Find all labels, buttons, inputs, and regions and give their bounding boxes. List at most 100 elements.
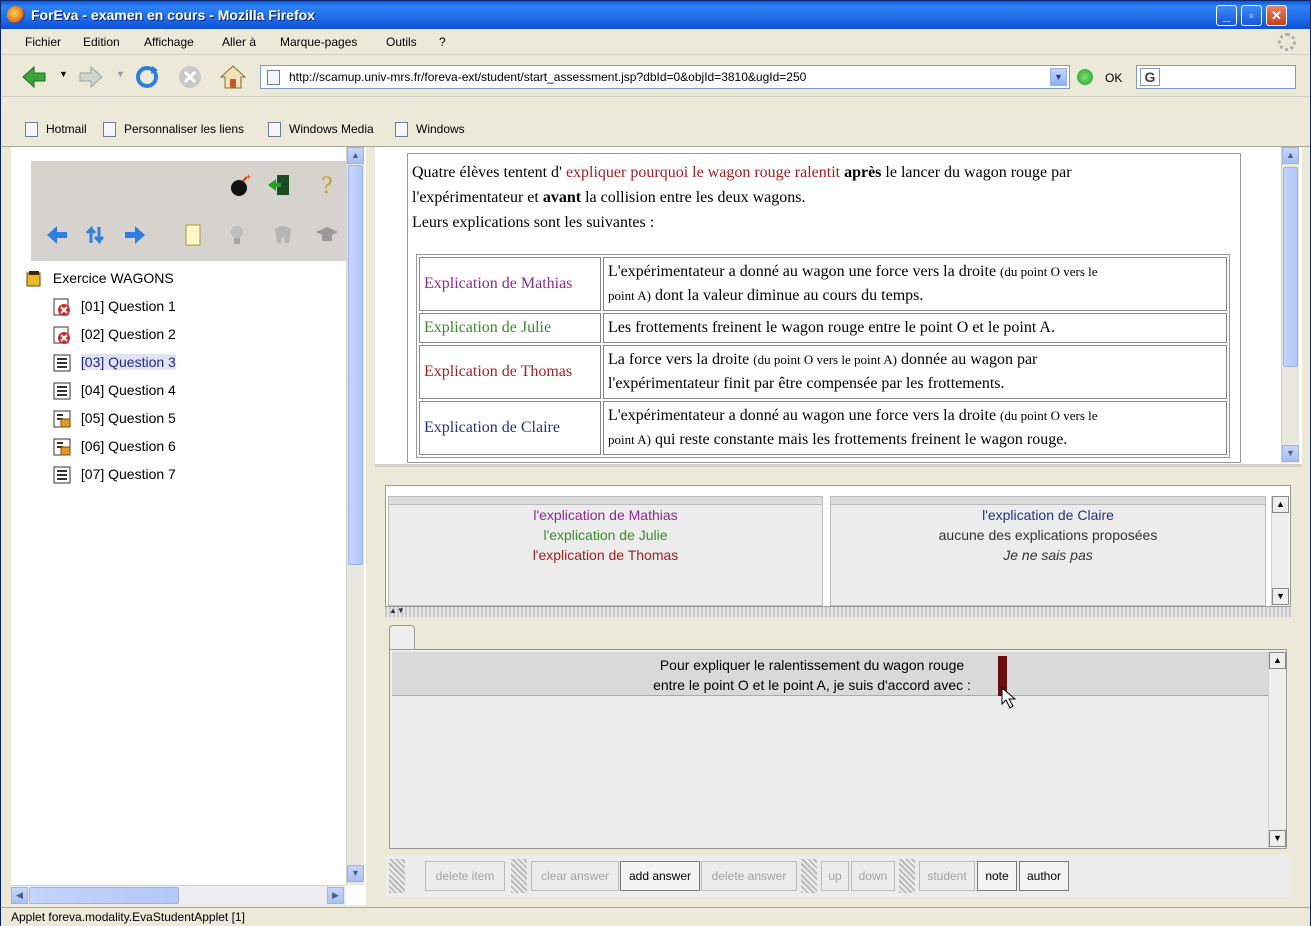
- forward-dropdown-icon[interactable]: ▼: [116, 69, 125, 79]
- up-button[interactable]: up: [821, 861, 849, 891]
- scroll-left-icon[interactable]: ◀: [11, 887, 28, 904]
- navigator-vertical-scrollbar[interactable]: ▲ ▼: [346, 147, 364, 885]
- tree-item-question-2[interactable]: [02] Question 2: [53, 323, 176, 345]
- student-button[interactable]: student: [919, 861, 975, 891]
- tree-item-question-3[interactable]: [03] Question 3: [53, 351, 176, 373]
- exit-icon[interactable]: [267, 173, 291, 197]
- navigator-horizontal-scrollbar[interactable]: ◀ ▶: [11, 885, 346, 905]
- tree-root[interactable]: Exercice WAGONS: [25, 267, 174, 289]
- help-icon[interactable]: ?: [315, 173, 339, 197]
- menu-fichier[interactable]: Fichier: [25, 35, 61, 49]
- answer-choices-area: l'explication de Mathias l'explication d…: [385, 485, 1291, 607]
- question-text: Quatre élèves tentent d' expliquer pourq…: [407, 153, 1241, 463]
- menu-outils[interactable]: Outils: [386, 35, 417, 49]
- toolbar-grip: [801, 859, 817, 893]
- answer-drop-zone[interactable]: Pour expliquer le ralentissement du wago…: [389, 649, 1287, 849]
- question-content-panel: Quatre élèves tentent d' expliquer pourq…: [375, 147, 1302, 467]
- home-icon[interactable]: [220, 64, 246, 90]
- back-to-tree-icon[interactable]: [83, 223, 107, 247]
- horizontal-scroll-thumb[interactable]: [29, 887, 179, 904]
- question-intro: Quatre élèves tentent d' expliquer pourq…: [412, 164, 1072, 231]
- scroll-up-icon[interactable]: ▲: [1272, 496, 1289, 513]
- close-button[interactable]: ✕: [1266, 5, 1287, 26]
- activity-throbber-icon: [1278, 33, 1296, 51]
- list-icon: [53, 382, 71, 400]
- scroll-right-icon[interactable]: ▶: [327, 887, 344, 904]
- note-button[interactable]: note: [977, 861, 1017, 891]
- scroll-down-icon[interactable]: ▼: [1269, 830, 1286, 847]
- split-arrows-icon[interactable]: ▲▼: [389, 606, 405, 615]
- tree-item-question-5[interactable]: [05] Question 5: [53, 407, 176, 429]
- clear-answer-button[interactable]: clear answer: [531, 861, 619, 891]
- bookmark-windows-media[interactable]: Windows Media: [268, 122, 374, 138]
- tree-item-question-7[interactable]: [07] Question 7: [53, 463, 176, 485]
- answer-column-right: l'explication de Claire aucune des expli…: [830, 496, 1266, 606]
- content-vertical-scrollbar[interactable]: ▲ ▼: [1281, 147, 1299, 463]
- answer-statement: Pour expliquer le ralentissement du wago…: [392, 652, 1268, 709]
- down-button[interactable]: down: [851, 861, 895, 891]
- scroll-down-icon[interactable]: ▼: [1272, 588, 1289, 605]
- tree-item-question-4[interactable]: [04] Question 4: [53, 379, 176, 401]
- document-icon[interactable]: [181, 223, 205, 247]
- go-icon[interactable]: [1077, 69, 1093, 85]
- delete-answer-button[interactable]: delete answer: [701, 861, 797, 891]
- minimize-button[interactable]: _: [1216, 5, 1237, 26]
- url-text: http://scamup.univ-mrs.fr/foreva-ext/stu…: [289, 70, 807, 84]
- url-bar[interactable]: http://scamup.univ-mrs.fr/foreva-ext/stu…: [260, 65, 1070, 89]
- scroll-down-icon[interactable]: ▼: [1282, 445, 1299, 462]
- scroll-thumb[interactable]: [1283, 167, 1298, 367]
- bookmarks-toolbar: Hotmail Personnaliser les liens Windows …: [1, 97, 1310, 147]
- scroll-up-icon[interactable]: ▲: [1282, 147, 1299, 164]
- search-box[interactable]: G: [1136, 65, 1296, 89]
- google-search-icon: G: [1140, 68, 1160, 86]
- bookmark-windows[interactable]: Windows: [395, 122, 465, 138]
- scroll-up-icon[interactable]: ▲: [347, 147, 364, 164]
- delete-item-button[interactable]: delete item: [425, 861, 505, 891]
- back-icon[interactable]: [21, 64, 47, 90]
- hint-lightbulb-icon: [231, 226, 243, 244]
- menu-help[interactable]: ?: [439, 35, 446, 49]
- add-answer-button[interactable]: add answer: [620, 861, 700, 891]
- answer-tab[interactable]: [389, 625, 415, 649]
- stop-icon[interactable]: [177, 64, 203, 90]
- answer-option[interactable]: Je ne sais pas: [831, 545, 1265, 565]
- question-navigator: + ? Exercice WAGONS [01] Question 1 [02]: [11, 147, 366, 905]
- tree-item-question-6[interactable]: [06] Question 6: [53, 435, 176, 457]
- answer-option[interactable]: l'explication de Thomas: [389, 545, 822, 565]
- tree-item-question-1[interactable]: [01] Question 1: [53, 295, 176, 317]
- answers-scrollbar[interactable]: ▲ ▼: [1271, 496, 1289, 606]
- bookmark-personnaliser[interactable]: Personnaliser les liens: [103, 122, 244, 138]
- answer-option[interactable]: aucune des explications proposées: [831, 525, 1265, 545]
- split-pane-divider[interactable]: ▲▼: [385, 606, 1291, 617]
- drop-zone-scrollbar[interactable]: ▲ ▼: [1268, 652, 1286, 848]
- tooth-icon: [275, 226, 291, 243]
- menu-edition[interactable]: Edition: [83, 35, 120, 49]
- reload-icon[interactable]: [134, 64, 160, 90]
- toolbar-grip: [511, 859, 527, 893]
- table-row: Explication de Claire L'expérimentateur …: [419, 401, 1227, 455]
- answer-option[interactable]: l'explication de Julie: [389, 525, 822, 545]
- scroll-thumb[interactable]: [348, 165, 363, 565]
- previous-question-icon[interactable]: [45, 223, 69, 247]
- author-button[interactable]: author: [1019, 861, 1069, 891]
- bomb-icon[interactable]: +: [229, 173, 253, 197]
- browser-window: ForEva - examen en cours - Mozilla Firef…: [0, 0, 1311, 926]
- bookmark-page-icon: [395, 122, 408, 138]
- scroll-up-icon[interactable]: ▲: [1269, 652, 1286, 669]
- table-row: Explication de Julie Les frottements fre…: [419, 313, 1227, 343]
- answer-option[interactable]: l'explication de Mathias: [389, 505, 822, 525]
- go-button[interactable]: OK: [1105, 71, 1122, 85]
- navigation-toolbar: ▼ ▼ http://scamup.univ-mrs.fr/foreva-ext…: [1, 55, 1310, 97]
- menu-affichage[interactable]: Affichage: [144, 35, 194, 49]
- next-question-icon[interactable]: [123, 223, 147, 247]
- url-dropdown-icon[interactable]: ▼: [1050, 68, 1067, 86]
- menu-marque-pages[interactable]: Marque-pages: [280, 35, 357, 49]
- scroll-down-icon[interactable]: ▼: [347, 865, 364, 882]
- menu-aller[interactable]: Aller à: [222, 35, 256, 49]
- bookmark-hotmail[interactable]: Hotmail: [25, 122, 87, 138]
- maximize-button[interactable]: ▫: [1241, 5, 1262, 26]
- forward-icon[interactable]: [78, 64, 104, 90]
- toolbar-grip: [899, 859, 915, 893]
- back-dropdown-icon[interactable]: ▼: [59, 69, 68, 79]
- answer-option[interactable]: l'explication de Claire: [831, 505, 1265, 525]
